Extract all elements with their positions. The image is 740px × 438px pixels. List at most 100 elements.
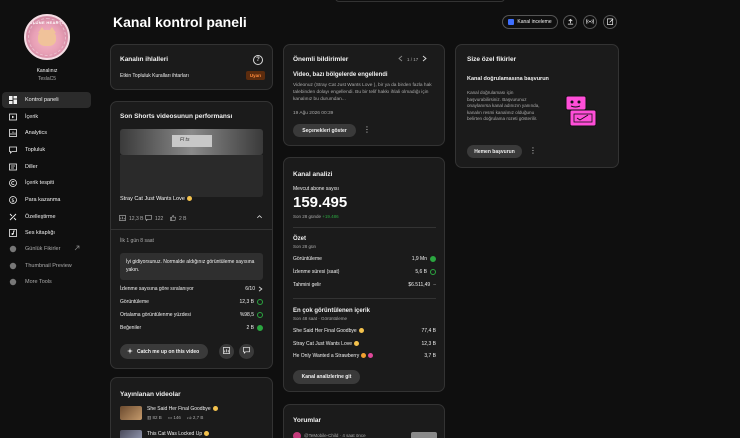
sidebar-item-audio-library[interactable]: Ses kitaplığı (2, 225, 91, 241)
sidebar-item-label: Ses kitaplığı (25, 230, 55, 236)
channel-review-button[interactable]: Kanal inceleme (502, 15, 558, 29)
notifications-title: Önemli bildirimler (293, 56, 349, 63)
subs-change-label: Son 28 günde (293, 214, 322, 219)
check-outline-icon (430, 269, 436, 275)
video-age: İlk 1 gün 8 saat (120, 238, 154, 244)
show-options-button[interactable]: Seçenekleri göster (293, 124, 356, 137)
sidebar-item-ideas[interactable]: Günlük Fikirler (2, 241, 91, 257)
arrow-up-circle-icon (430, 256, 436, 262)
audio-library-icon (9, 229, 17, 237)
published-videos-card: Yayınlanan videolar She Said Her Final G… (110, 377, 273, 438)
cat-emoji-icon (361, 353, 367, 359)
sidebar-item-customization[interactable]: Özelleştirme (2, 209, 91, 225)
summary-period: Son 28 gün (293, 244, 317, 249)
published-video-title[interactable]: This Cat Was Locked Up (147, 431, 210, 437)
tools-icon (9, 278, 17, 286)
published-video-stats: ▥ 82 B ▭ 146 👍︎ 2,7 B (147, 415, 203, 421)
upload-button[interactable] (563, 15, 577, 29)
sidebar-item-copyright[interactable]: İçerik tespiti (2, 175, 91, 191)
stat-value: %98,5 (239, 312, 254, 318)
analytics-shortcut-button[interactable] (219, 344, 234, 359)
notification-body: Videonuz (Stray Cat Just Wants Love ), b… (293, 83, 432, 102)
top-content-row[interactable]: She Said Her Final Goodbye 77,4 B (293, 328, 436, 334)
views-icon: ▥ (147, 415, 152, 420)
chevron-right-icon[interactable] (422, 55, 427, 64)
upload-icon (567, 18, 574, 27)
sidebar-item-languages[interactable]: Diller (2, 159, 91, 175)
more-vert-icon[interactable]: ⋮ (529, 146, 537, 156)
catch-up-label: Catch me up on this video (137, 348, 200, 355)
summary-row: İzlenme süresi (saat) 5,6 B (293, 269, 436, 275)
video-thumbnail[interactable] (120, 406, 142, 420)
smile-emoji-icon (358, 328, 364, 334)
dash-icon: – (433, 282, 436, 288)
analytics-icon (223, 347, 230, 356)
channel-avatar[interactable]: OLUNE HEARTS (24, 14, 70, 60)
comments-title: Yorumlar (293, 417, 322, 424)
avatar-text: OLUNE HEARTS (29, 20, 65, 25)
live-button[interactable] (583, 15, 597, 29)
video-title[interactable]: Stray Cat Just Wants Love (120, 196, 192, 202)
performance-message: İyi gidiyorsunuz. Normalde aldığınız gör… (120, 253, 263, 280)
svg-text:$: $ (11, 198, 14, 204)
video-thumbnail[interactable] (120, 430, 142, 438)
check-outline-icon (257, 312, 263, 318)
chevron-left-icon[interactable] (398, 55, 403, 64)
sidebar-item-analytics[interactable]: Analytics (2, 125, 91, 141)
violations-title: Kanalın ihlalleri (120, 56, 169, 63)
help-icon[interactable]: ? (253, 55, 263, 65)
more-vert-icon[interactable]: ⋮ (363, 125, 371, 135)
notifications-pager: 1 / 17 (398, 55, 427, 64)
stat-row: Ortalama görüntülenme yüzdesi %98,5 (120, 312, 263, 318)
ideas-title: Size özel fikirler (467, 56, 517, 63)
top-content-value: 77,4 B (421, 328, 436, 334)
video-thumbnail[interactable]: Fl ts (120, 129, 263, 155)
page-title: Kanal kontrol paneli (113, 14, 247, 30)
sidebar-item-label: Günlük Fikirler (25, 246, 61, 252)
chevron-right-icon (258, 286, 263, 292)
video-thumbnail[interactable] (411, 432, 437, 438)
smile-emoji-icon (212, 406, 218, 412)
published-video-title[interactable]: She Said Her Final Goodbye (147, 406, 218, 412)
ranking-row[interactable]: İzlenme sayısına göre sıralanıyor 6/10 (120, 286, 263, 292)
stat-row: Görüntüleme 12,3 B (120, 299, 263, 305)
shorts-performance-card: Son Shorts videosunun performansı Fl ts … (110, 101, 273, 369)
summary-row: Tahmini gelir $6.511,49– (293, 282, 436, 288)
sidebar-item-content[interactable]: İçerik (2, 109, 91, 125)
sidebar-item-monetization[interactable]: $ Para kazanma (2, 192, 91, 208)
sidebar-item-label: Kontrol paneli (25, 97, 59, 103)
chevron-up-icon[interactable] (256, 213, 263, 222)
sidebar-item-community[interactable]: Topluluk (2, 142, 91, 158)
notification-headline: Video, bazı bölgelerde engellendi (293, 72, 388, 78)
sidebar-item-label: Özelleştirme (25, 214, 56, 220)
sidebar-item-thumbnail-preview[interactable]: Thumbnail Preview (2, 258, 91, 274)
go-to-analytics-button[interactable]: Kanal analizlerine git (293, 370, 360, 384)
sidebar-item-label: Topluluk (25, 147, 46, 153)
sidebar-item-more-tools[interactable]: More Tools (2, 274, 91, 290)
sidebar-item-label: Diller (25, 164, 38, 170)
sidebar-item-label: İçerik tespiti (25, 180, 55, 186)
search-bar-edge[interactable] (335, 0, 505, 2)
stat-value: 12,3 B (239, 299, 254, 305)
smile-emoji-icon (204, 431, 210, 437)
catch-up-button[interactable]: Catch me up on this video (120, 344, 208, 359)
avatar[interactable] (293, 432, 301, 438)
top-content-row[interactable]: Stray Cat Just Wants Love 12,3 B (293, 341, 436, 347)
sidebar-item-dashboard[interactable]: Kontrol paneli (2, 92, 91, 108)
status-badge: Uyarı (246, 71, 265, 80)
external-link-icon (74, 245, 80, 253)
subs-label: Mevcut abone sayısı (293, 186, 339, 192)
create-post-button[interactable] (603, 15, 617, 29)
apply-now-button[interactable]: Hemen başvurun (467, 145, 522, 158)
thumbnail-icon (9, 262, 17, 270)
notifications-card: Önemli bildirimler 1 / 17 Video, bazı bö… (283, 44, 445, 146)
violations-item[interactable]: Etkin Topluluk Kuralları ihtarları (120, 73, 189, 79)
top-content-row[interactable]: He Only Wanted a Strawberry 3,7 B (293, 353, 436, 359)
violations-card: Kanalın ihlalleri ? Etkin Topluluk Kural… (110, 44, 273, 90)
heart-emoji-icon (368, 353, 374, 359)
likes-stat: 2 B (170, 215, 187, 223)
top-content-label: She Said Her Final Goodbye (293, 328, 357, 334)
comments-shortcut-button[interactable] (239, 344, 254, 359)
top-content-label: He Only Wanted a Strawberry (293, 353, 360, 359)
comment-author[interactable]: @TeMobile-Child · 4 saat önce (304, 433, 366, 438)
